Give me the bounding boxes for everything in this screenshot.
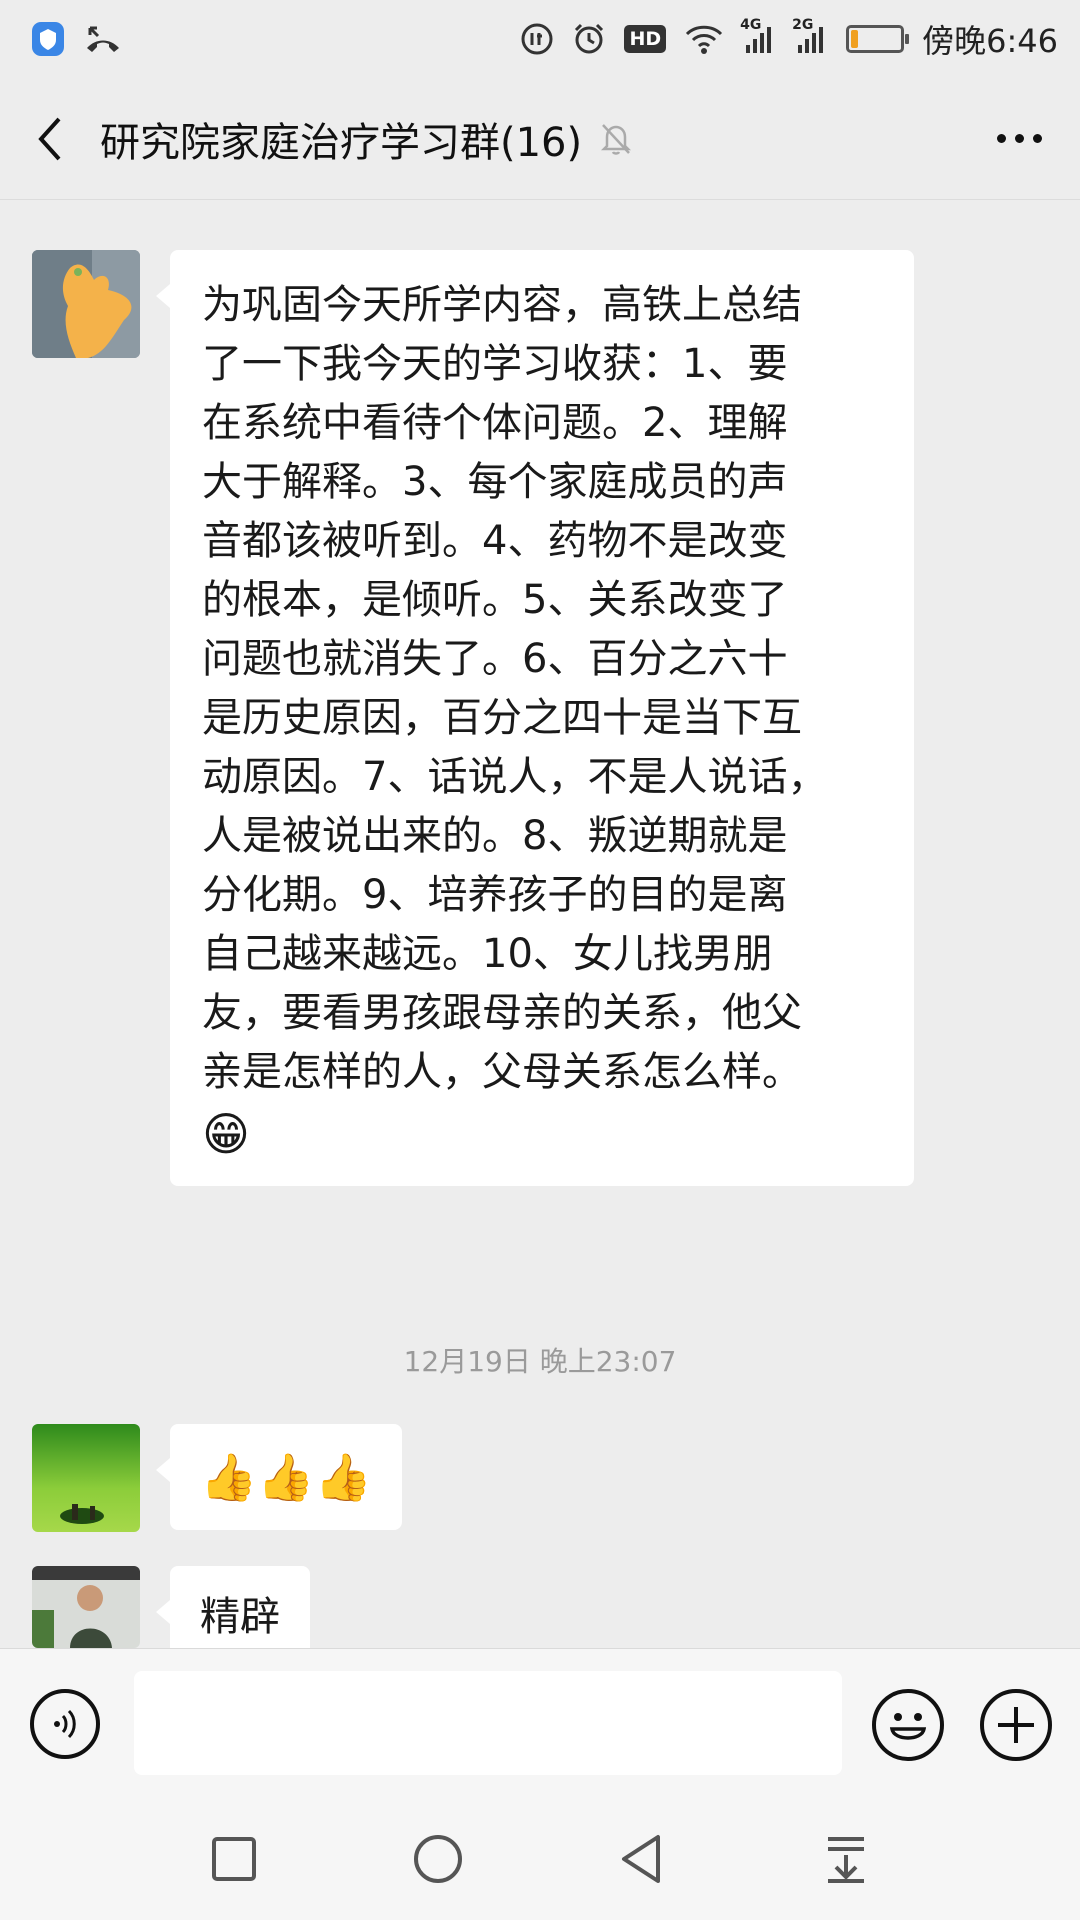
message-item: 为巩固今天所学内容，高铁上总结 了一下我今天的学习收获：1、要 在系统中看待个体… [32, 250, 914, 1186]
message-line: 为巩固今天所学内容，高铁上总结 [202, 282, 802, 328]
system-nav-bar [0, 1798, 1080, 1920]
input-bar [0, 1648, 1080, 1799]
notification-button[interactable] [806, 1823, 886, 1895]
chat-title[interactable]: 研究院家庭治疗学习群(16) [100, 110, 582, 168]
voice-icon [54, 1709, 76, 1739]
more-button[interactable] [982, 108, 1056, 168]
message-bubble[interactable]: 👍👍👍 [156, 1424, 402, 1530]
notification-pull-icon [828, 1837, 864, 1883]
avatar[interactable] [32, 250, 140, 358]
message-line: 是历史原因，百分之四十是当下互 [202, 695, 802, 741]
home-circle-icon [414, 1835, 462, 1883]
plus-button[interactable] [980, 1689, 1052, 1761]
shield-icon [30, 20, 66, 58]
message-line: 分化期。9、培养孩子的目的是离 [202, 872, 788, 918]
signal-icon: 2G [792, 17, 828, 55]
back-nav-button[interactable] [602, 1823, 682, 1895]
data-saver-icon [520, 22, 554, 56]
back-triangle-icon [622, 1835, 660, 1883]
message-bubble[interactable]: 为巩固今天所学内容，高铁上总结 了一下我今天的学习收获：1、要 在系统中看待个体… [156, 250, 914, 1186]
avatar[interactable] [32, 1566, 140, 1648]
message-line: 问题也就消失了。6、百分之六十 [202, 636, 788, 682]
message-line: 了一下我今天的学习收获：1、要 [202, 341, 788, 387]
message-line: 在系统中看待个体问题。2、理解 [202, 400, 788, 446]
plus-icon [998, 1707, 1034, 1743]
message-line: 的根本，是倾听。5、关系改变了 [202, 577, 788, 623]
emoji-button[interactable] [872, 1689, 944, 1761]
message-item: 👍👍👍 [32, 1424, 402, 1532]
recents-button[interactable] [194, 1823, 274, 1895]
message-line: 友，要看男孩跟母亲的关系，他父 [202, 990, 802, 1036]
bell-muted-icon [600, 122, 632, 156]
battery-level [851, 30, 859, 48]
emoji-icon [889, 1713, 927, 1740]
message-line: 大于解释。3、每个家庭成员的声 [202, 459, 788, 505]
battery-icon [846, 25, 910, 53]
message-line: 人是被说出来的。8、叛逆期就是 [202, 813, 788, 859]
message-text: 精辟 [200, 1594, 280, 1640]
clock: 傍晚6:46 [922, 22, 1058, 60]
message-line: 音都该被听到。4、药物不是改变 [202, 518, 788, 564]
message-item: 精辟 [32, 1566, 310, 1648]
chat-header: 研究院家庭治疗学习群(16) [0, 78, 1080, 200]
grinning-emoji-icon: 😁 [202, 1107, 250, 1161]
message-text: 为巩固今天所学内容，高铁上总结 了一下我今天的学习收获：1、要 在系统中看待个体… [202, 276, 914, 1166]
missed-call-icon [84, 22, 122, 56]
chevron-left-icon [38, 117, 61, 160]
wifi-icon [684, 23, 724, 55]
avatar[interactable] [32, 1424, 140, 1532]
timestamp: 12月19日 晚上23:07 [403, 1345, 677, 1378]
voice-button[interactable] [30, 1689, 100, 1759]
message-line: 动原因。7、话说人，不是人说话， [202, 754, 828, 800]
message-line: 自己越来越远。10、女儿找男朋 [202, 931, 773, 977]
hd-icon: HD [624, 25, 667, 53]
signal-icon: 4G [740, 17, 776, 55]
message-bubble[interactable]: 精辟 [156, 1566, 310, 1648]
alarm-icon [572, 22, 606, 56]
status-bar: HD 4G 2G 傍晚6:46 [0, 0, 1080, 78]
message-line: 亲是怎样的人，父母关系怎么样。 [202, 1049, 802, 1095]
back-button[interactable] [0, 78, 100, 200]
more-horizontal-icon [996, 133, 1006, 143]
thumbs-up-emoji-icon: 👍👍👍 [200, 1450, 372, 1504]
recents-square-icon [212, 1837, 256, 1881]
home-button[interactable] [398, 1823, 478, 1895]
message-input[interactable] [134, 1671, 842, 1775]
